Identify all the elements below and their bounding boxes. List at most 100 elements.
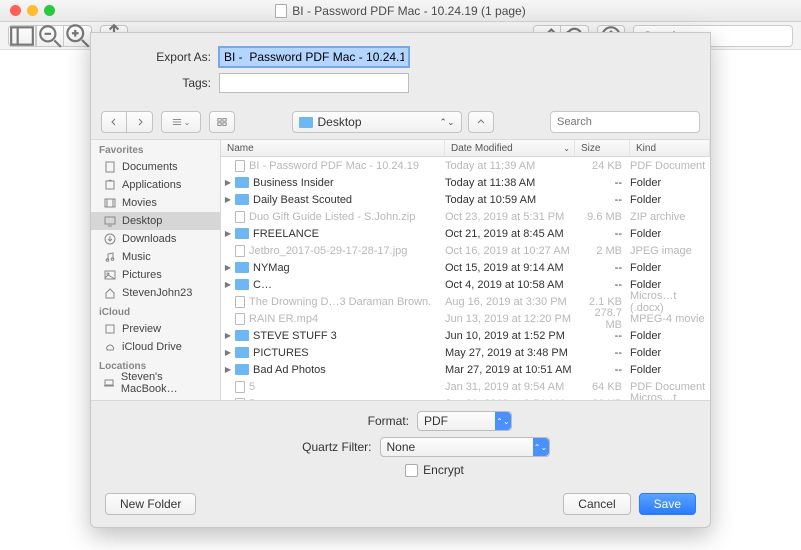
chevron-updown-icon: ⌃⌄ xyxy=(533,438,549,456)
nav-back-button[interactable] xyxy=(101,111,127,133)
folder-icon xyxy=(299,117,313,128)
file-row: BI - Password PDF Mac - 10.24.19Today at… xyxy=(221,157,710,174)
sidebar-section-header: iCloud xyxy=(91,302,220,320)
group-button[interactable] xyxy=(209,111,235,133)
disclosure-triangle-icon[interactable]: ▶ xyxy=(221,348,235,357)
file-name: Bad Ad Photos xyxy=(253,364,445,376)
file-date: Jan 31, 2019 at 9:54 AM xyxy=(445,381,575,393)
disclosure-triangle-icon[interactable]: ▶ xyxy=(221,263,235,272)
file-kind: JPEG image xyxy=(630,245,710,257)
format-popup[interactable]: PDF ⌃⌄ xyxy=(417,411,512,431)
file-size: -- xyxy=(575,364,630,376)
file-row: 5Jan 31, 2019 at 9:54 AM20 KBMicros…t (.… xyxy=(221,395,710,400)
file-size: 9.6 MB xyxy=(575,211,630,223)
export-as-label: Export As: xyxy=(111,50,211,64)
folder-icon xyxy=(235,364,249,375)
file-row[interactable]: ▶STEVE STUFF 3Jun 10, 2019 at 1:52 PM--F… xyxy=(221,327,710,344)
file-kind: Folder xyxy=(630,194,710,206)
file-name: Jetbro_2017-05-29-17-28-17.jpg xyxy=(249,245,445,257)
column-headers[interactable]: Name Date Modified⌄ Size Kind xyxy=(221,140,710,157)
sidebar-item[interactable]: Music xyxy=(91,248,220,266)
sidebar-toggle-button[interactable] xyxy=(8,25,36,47)
sidebar-item-label: Preview xyxy=(122,323,161,335)
sidebar-item[interactable]: Movies xyxy=(91,194,220,212)
file-date: Jan 31, 2019 at 9:54 AM xyxy=(445,398,575,401)
quartz-filter-popup[interactable]: None ⌃⌄ xyxy=(380,437,550,457)
sidebar-item[interactable]: Desktop xyxy=(91,212,220,230)
file-icon xyxy=(235,160,245,172)
nav-forward-button[interactable] xyxy=(127,111,153,133)
disclosure-triangle-icon[interactable]: ▶ xyxy=(221,178,235,187)
file-date: Today at 11:39 AM xyxy=(445,160,575,172)
new-folder-button[interactable]: New Folder xyxy=(105,493,196,515)
zoom-in-button[interactable] xyxy=(64,25,92,47)
col-date[interactable]: Date Modified⌄ xyxy=(445,140,575,156)
file-row[interactable]: ▶ Bad Ad PhotosMar 27, 2019 at 10:51 AM--… xyxy=(221,361,710,378)
file-name: BI - Password PDF Mac - 10.24.19 xyxy=(249,160,445,172)
folder-icon xyxy=(235,194,249,205)
file-icon xyxy=(235,296,245,308)
file-date: Today at 10:59 AM xyxy=(445,194,575,206)
col-name[interactable]: Name xyxy=(221,140,445,156)
file-kind: MPEG-4 movie xyxy=(630,313,710,325)
col-kind[interactable]: Kind xyxy=(630,140,710,156)
collapse-button[interactable] xyxy=(468,111,494,133)
file-size: 64 KB xyxy=(575,381,630,393)
file-date: Oct 16, 2019 at 10:27 AM xyxy=(445,245,575,257)
file-date: Mar 27, 2019 at 10:51 AM xyxy=(445,364,575,376)
encrypt-checkbox[interactable] xyxy=(405,464,418,477)
file-date: Oct 4, 2019 at 10:58 AM xyxy=(445,279,575,291)
movie-icon xyxy=(103,197,117,209)
save-button[interactable]: Save xyxy=(639,493,696,515)
file-name: 5 xyxy=(249,398,445,401)
sidebar-item[interactable]: Documents xyxy=(91,158,220,176)
file-size: 2 MB xyxy=(575,245,630,257)
sidebar-item[interactable]: iCloud Drive xyxy=(91,338,220,356)
browser-search[interactable] xyxy=(550,111,700,133)
file-kind: Folder xyxy=(630,177,710,189)
tags-field[interactable] xyxy=(219,73,409,93)
disclosure-triangle-icon[interactable]: ▶ xyxy=(221,365,235,374)
file-date: May 27, 2019 at 3:48 PM xyxy=(445,347,575,359)
download-icon xyxy=(103,233,117,245)
folder-icon xyxy=(235,330,249,341)
sidebar-item[interactable]: StevenJohn23 xyxy=(91,284,220,302)
sidebar-item[interactable]: Downloads xyxy=(91,230,220,248)
disclosure-triangle-icon[interactable]: ▶ xyxy=(221,280,235,289)
file-row[interactable]: ▶Business InsiderToday at 11:38 AM--Fold… xyxy=(221,174,710,191)
disclosure-triangle-icon[interactable]: ▶ xyxy=(221,195,235,204)
file-kind: Folder xyxy=(630,364,710,376)
file-icon xyxy=(235,398,245,401)
sidebar-item[interactable]: Applications xyxy=(91,176,220,194)
sidebar-item[interactable]: Steven's MacBook… xyxy=(91,374,220,392)
export-as-field[interactable] xyxy=(219,47,409,67)
file-row: Duo Gift Guide Listed - S.John.zipOct 23… xyxy=(221,208,710,225)
sidebar-item-label: Pictures xyxy=(122,269,162,281)
file-row[interactable]: ▶Daily Beast ScoutedToday at 10:59 AM--F… xyxy=(221,191,710,208)
file-kind: Folder xyxy=(630,330,710,342)
sidebar-item-label: Steven's MacBook… xyxy=(121,371,214,395)
file-icon xyxy=(235,313,245,325)
file-row[interactable]: ▶FREELANCEOct 21, 2019 at 8:45 AM--Folde… xyxy=(221,225,710,242)
sidebar-item[interactable]: Preview xyxy=(91,320,220,338)
file-row[interactable]: ▶PICTURESMay 27, 2019 at 3:48 PM--Folder xyxy=(221,344,710,361)
sidebar-item-label: Applications xyxy=(122,179,181,191)
browser-search-input[interactable] xyxy=(557,116,699,128)
format-label: Format: xyxy=(289,414,409,428)
col-size[interactable]: Size xyxy=(575,140,630,156)
location-popup[interactable]: Desktop ⌃⌄ xyxy=(292,111,462,133)
view-mode-button[interactable]: ⌄ xyxy=(161,111,201,133)
file-row: Jetbro_2017-05-29-17-28-17.jpgOct 16, 20… xyxy=(221,242,710,259)
encrypt-label: Encrypt xyxy=(423,463,464,477)
zoom-out-button[interactable] xyxy=(36,25,64,47)
sidebar-item[interactable]: Pictures xyxy=(91,266,220,284)
cancel-button[interactable]: Cancel xyxy=(563,493,630,515)
file-kind: Micros…t (.docx) xyxy=(630,290,710,314)
disclosure-triangle-icon[interactable]: ▶ xyxy=(221,229,235,238)
file-name: 5 xyxy=(249,381,445,393)
disclosure-triangle-icon[interactable]: ▶ xyxy=(221,331,235,340)
file-list[interactable]: BI - Password PDF Mac - 10.24.19Today at… xyxy=(221,157,710,400)
file-row[interactable]: ▶NYMagOct 15, 2019 at 9:14 AM--Folder xyxy=(221,259,710,276)
file-size: -- xyxy=(575,194,630,206)
folder-icon xyxy=(235,177,249,188)
